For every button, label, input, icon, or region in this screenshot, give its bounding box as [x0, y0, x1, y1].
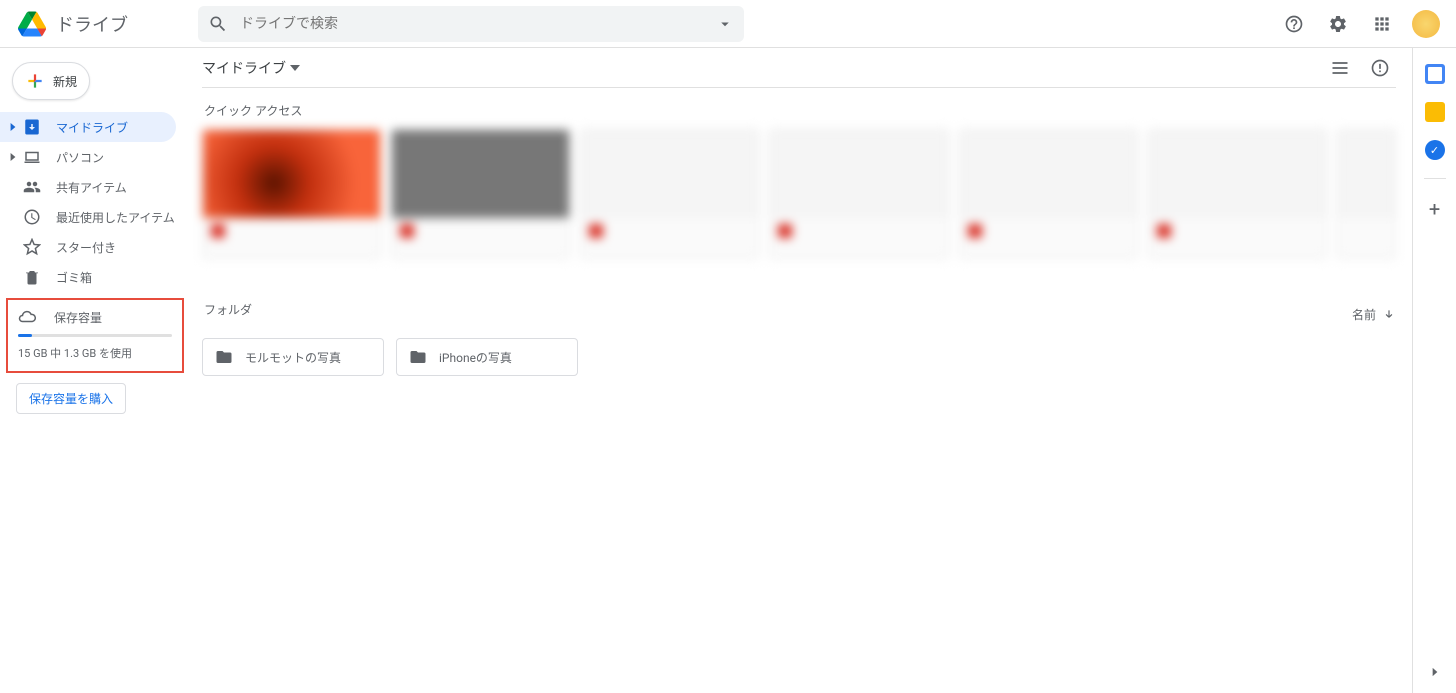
folder-name: モルモットの写真 — [245, 349, 341, 366]
folder-name: iPhoneの写真 — [439, 349, 512, 366]
app-header: ドライブ — [0, 0, 1456, 48]
folder-icon — [409, 348, 427, 366]
nav-trash[interactable]: ゴミ箱 — [0, 262, 176, 292]
quick-access-row-blurred — [202, 129, 1396, 259]
nav-label: マイドライブ — [56, 119, 128, 136]
my-drive-icon — [23, 118, 41, 136]
expand-arrow-icon[interactable] — [8, 123, 18, 131]
search-icon — [208, 14, 228, 34]
nav-computers[interactable]: パソコン — [0, 142, 176, 172]
side-panel: + — [1412, 48, 1456, 693]
trash-icon — [23, 268, 41, 286]
new-button[interactable]: 新規 — [12, 62, 90, 100]
breadcrumb[interactable]: マイドライブ — [202, 58, 300, 78]
search-input[interactable] — [240, 16, 716, 32]
quick-card[interactable] — [1337, 129, 1396, 259]
rail-divider — [1424, 178, 1446, 179]
calendar-addon[interactable] — [1425, 64, 1445, 84]
help-icon — [1284, 14, 1304, 34]
main-content: マイドライブ クイック アクセス フォルダ 名前 — [190, 48, 1412, 693]
logo-area[interactable]: ドライブ — [8, 10, 198, 38]
collapse-panel-button[interactable] — [1428, 664, 1442, 683]
quick-card[interactable] — [391, 129, 570, 259]
storage-section-highlighted: 保存容量 15 GB 中 1.3 GB を使用 — [6, 298, 184, 373]
body-row: 新規 マイドライブ パソコン 共有アイテム 最近使用したアイテム スター付き ゴ… — [0, 48, 1456, 693]
keep-addon[interactable] — [1425, 102, 1445, 122]
shared-icon — [23, 178, 41, 196]
account-avatar[interactable] — [1412, 10, 1440, 38]
folder-row: モルモットの写真 iPhoneの写真 — [202, 338, 1396, 376]
nav-my-drive[interactable]: マイドライブ — [0, 112, 176, 142]
settings-button[interactable] — [1318, 4, 1358, 44]
view-controls — [1324, 52, 1396, 84]
nav-shared[interactable]: 共有アイテム — [0, 172, 176, 202]
quick-access-title: クイック アクセス — [204, 102, 1396, 119]
search-options-dropdown-icon[interactable] — [716, 15, 734, 33]
nav-starred[interactable]: スター付き — [0, 232, 176, 262]
nav-label: 共有アイテム — [56, 179, 127, 196]
search-bar[interactable] — [198, 6, 744, 42]
arrow-down-icon — [1382, 308, 1396, 322]
sort-control[interactable]: 名前 — [1352, 306, 1396, 323]
computers-icon — [23, 148, 41, 166]
header-icons — [1274, 4, 1448, 44]
apps-button[interactable] — [1362, 4, 1402, 44]
nav-recent[interactable]: 最近使用したアイテム — [0, 202, 176, 232]
sort-label: 名前 — [1352, 306, 1376, 323]
storage-usage-text: 15 GB 中 1.3 GB を使用 — [18, 345, 172, 361]
star-icon — [23, 238, 41, 256]
folders-header: フォルダ 名前 — [202, 301, 1396, 328]
get-addons-button[interactable]: + — [1429, 197, 1440, 221]
cloud-icon — [18, 308, 36, 326]
nav-label: 最近使用したアイテム — [56, 209, 175, 226]
new-button-label: 新規 — [53, 73, 77, 90]
help-button[interactable] — [1274, 4, 1314, 44]
nav-label: パソコン — [56, 149, 104, 166]
storage-progress-bar — [18, 334, 172, 337]
nav-storage[interactable]: 保存容量 — [18, 308, 172, 326]
plus-icon — [25, 71, 45, 91]
quick-card[interactable] — [1148, 129, 1327, 259]
folder-icon — [215, 348, 233, 366]
folder-item[interactable]: モルモットの写真 — [202, 338, 384, 376]
quick-card[interactable] — [959, 129, 1138, 259]
tasks-addon[interactable] — [1425, 140, 1445, 160]
quick-card[interactable] — [580, 129, 759, 259]
breadcrumb-label: マイドライブ — [202, 58, 286, 78]
storage-progress-fill — [18, 334, 32, 337]
product-name: ドライブ — [56, 11, 128, 37]
buy-storage-button[interactable]: 保存容量を購入 — [16, 383, 126, 414]
recent-icon — [23, 208, 41, 226]
sidebar: 新規 マイドライブ パソコン 共有アイテム 最近使用したアイテム スター付き ゴ… — [0, 48, 190, 693]
apps-grid-icon — [1372, 14, 1392, 34]
details-button[interactable] — [1364, 52, 1396, 84]
folders-title: フォルダ — [204, 301, 252, 318]
folder-item[interactable]: iPhoneの写真 — [396, 338, 578, 376]
quick-card[interactable] — [202, 129, 381, 259]
expand-arrow-icon[interactable] — [8, 153, 18, 161]
quick-card[interactable] — [769, 129, 948, 259]
info-icon — [1370, 58, 1390, 78]
path-bar: マイドライブ — [202, 48, 1396, 88]
list-view-button[interactable] — [1324, 52, 1356, 84]
drive-logo-icon — [18, 10, 46, 38]
nav-label: ゴミ箱 — [56, 269, 92, 286]
chevron-down-icon — [290, 63, 300, 73]
storage-label: 保存容量 — [54, 309, 102, 326]
list-view-icon — [1330, 58, 1350, 78]
gear-icon — [1328, 14, 1348, 34]
nav-label: スター付き — [56, 239, 116, 256]
